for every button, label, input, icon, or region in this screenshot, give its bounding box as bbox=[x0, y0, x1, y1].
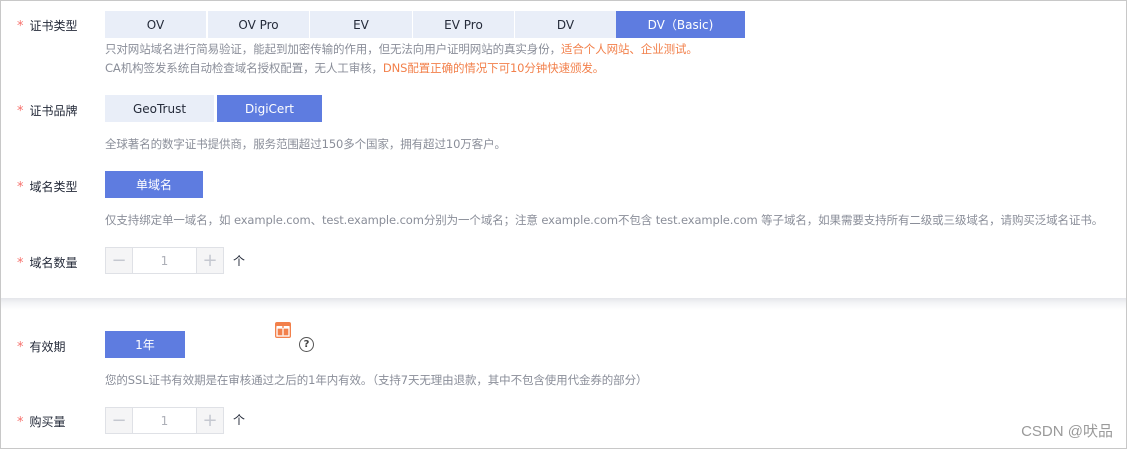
cert-type-ev-button[interactable]: EV bbox=[310, 11, 412, 38]
cert-brand-label: * 证书品牌 bbox=[17, 104, 78, 119]
domain-count-decrement-button[interactable]: − bbox=[106, 248, 133, 273]
cert-type-ev-pro-button[interactable]: EV Pro bbox=[413, 11, 514, 38]
domain-type-hint: 仅支持绑定单一域名，如 example.com、test.example.com… bbox=[105, 213, 1104, 227]
validity-options: 1年 ? bbox=[105, 322, 325, 358]
domain-count-increment-button[interactable]: + bbox=[196, 248, 223, 273]
brand-digicert-button[interactable]: DigiCert bbox=[217, 95, 322, 122]
domain-type-single-button[interactable]: 单域名 bbox=[105, 171, 203, 198]
purchase-qty-label: * 购买量 bbox=[17, 415, 66, 430]
cert-type-ov-pro-button[interactable]: OV Pro bbox=[208, 11, 309, 38]
domain-count-input[interactable]: 1 bbox=[133, 248, 196, 273]
validity-label: * 有效期 bbox=[17, 340, 66, 355]
section-divider bbox=[1, 298, 1126, 310]
cert-type-dv-button[interactable]: DV bbox=[515, 11, 616, 38]
cert-type-label: * 证书类型 bbox=[17, 19, 78, 34]
help-icon[interactable]: ? bbox=[299, 337, 314, 352]
purchase-qty-input[interactable]: 1 bbox=[133, 408, 196, 433]
brand-geotrust-button[interactable]: GeoTrust bbox=[105, 95, 214, 122]
cert-type-dv-basic-button[interactable]: DV（Basic) bbox=[616, 11, 745, 38]
required-mark: * bbox=[17, 19, 24, 34]
domain-type-label: * 域名类型 bbox=[17, 180, 78, 195]
domain-count-stepper: − 1 + bbox=[105, 247, 224, 274]
cert-type-hint-line2: CA机构签发系统自动检查域名授权配置，无人工审核，DNS配置正确的情况下可10分… bbox=[105, 61, 605, 75]
domain-count-label: * 域名数量 bbox=[17, 256, 78, 271]
purchase-qty-increment-button[interactable]: + bbox=[196, 408, 223, 433]
validity-1-year-button[interactable]: 1年 bbox=[105, 331, 185, 358]
cert-type-ov-button[interactable]: OV bbox=[105, 11, 206, 38]
purchase-qty-unit: 个 bbox=[233, 413, 246, 427]
purchase-qty-decrement-button[interactable]: − bbox=[106, 408, 133, 433]
watermark: CSDN @吠品 bbox=[1021, 423, 1113, 440]
cert-brand-hint: 全球著名的数字证书提供商，服务范围超过150多个国家，拥有超过10万客户。 bbox=[105, 137, 506, 151]
domain-count-unit: 个 bbox=[233, 254, 246, 268]
purchase-qty-stepper: − 1 + bbox=[105, 407, 224, 434]
cert-type-hint-line1: 只对网站域名进行简易验证，能起到加密传输的作用，但无法向用户证明网站的真实身份，… bbox=[105, 42, 698, 56]
validity-hint: 您的SSL证书有效期是在审核通过之后的1年内有效。（支持7天无理由退款，其中不包… bbox=[105, 373, 648, 387]
gift-icon bbox=[275, 322, 291, 338]
